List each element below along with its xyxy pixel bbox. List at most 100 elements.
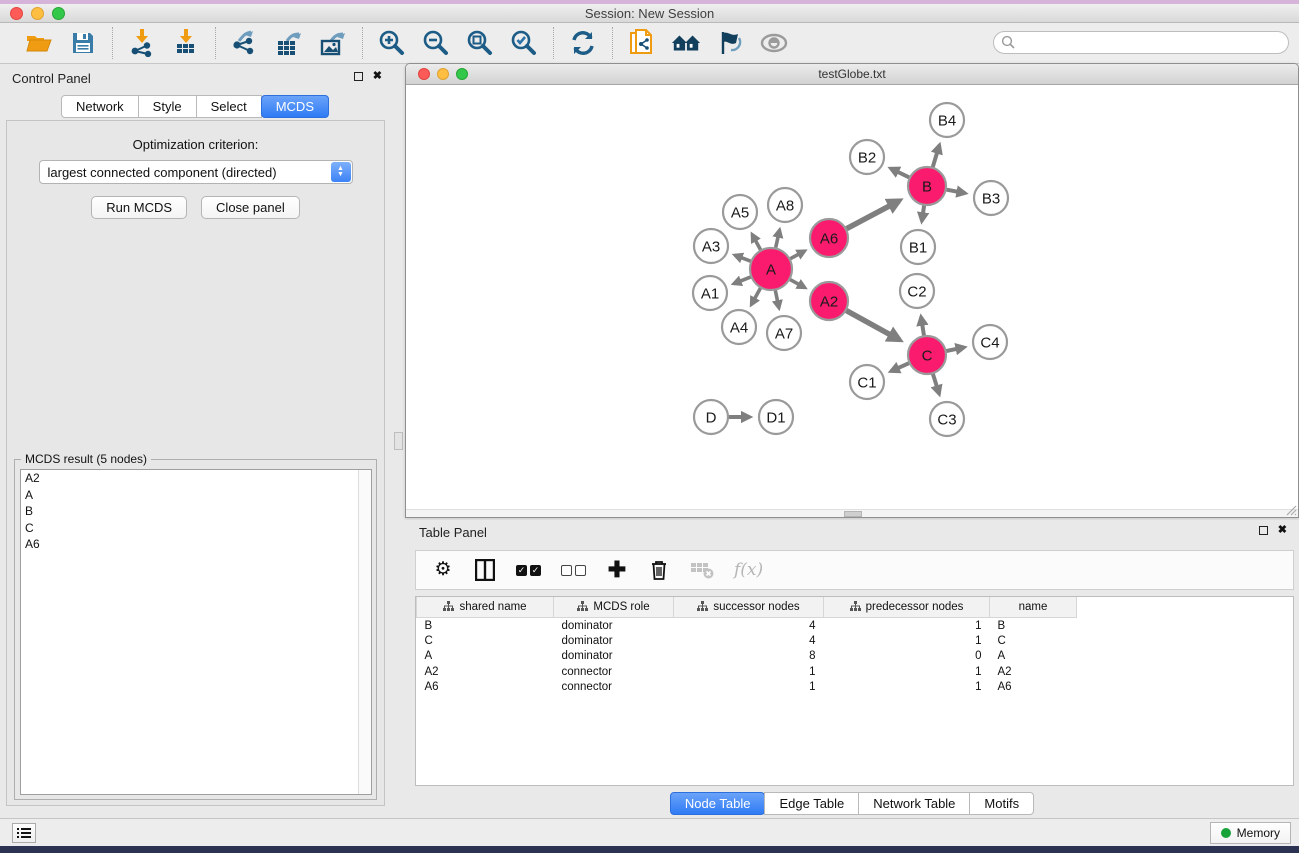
- close-table-panel-icon[interactable]: ✖: [1278, 525, 1287, 536]
- cell-MCDS-role[interactable]: connector: [554, 664, 674, 680]
- select-all-icon[interactable]: ✓✓: [516, 558, 541, 582]
- node-A8[interactable]: A8: [768, 188, 802, 222]
- result-item[interactable]: A2: [21, 470, 371, 487]
- save-session-icon[interactable]: [68, 28, 98, 58]
- add-column-icon[interactable]: ✚: [606, 558, 628, 582]
- edge-A-A4[interactable]: [751, 287, 761, 305]
- column-header-successor-nodes[interactable]: successor nodes: [674, 597, 824, 617]
- cell-MCDS-role[interactable]: dominator: [554, 633, 674, 649]
- cell-predecessor-nodes[interactable]: 1: [824, 633, 990, 649]
- column-header-predecessor-nodes[interactable]: predecessor nodes: [824, 597, 990, 617]
- cell-successor-nodes[interactable]: 8: [674, 648, 824, 664]
- tab-motifs[interactable]: Motifs: [969, 792, 1034, 815]
- copy-style-icon[interactable]: [627, 28, 657, 58]
- cell-successor-nodes[interactable]: 4: [674, 617, 824, 633]
- cell-successor-nodes[interactable]: 1: [674, 664, 824, 680]
- export-table-icon[interactable]: [274, 28, 304, 58]
- edge-A6-B[interactable]: [845, 201, 899, 230]
- cell-MCDS-role[interactable]: dominator: [554, 648, 674, 664]
- node-C1[interactable]: C1: [850, 365, 884, 399]
- table-row[interactable]: Cdominator41C: [417, 633, 1093, 649]
- cell-successor-nodes[interactable]: 4: [674, 633, 824, 649]
- column-header-shared-name[interactable]: shared name: [417, 597, 554, 617]
- export-network-icon[interactable]: [230, 28, 260, 58]
- node-C3[interactable]: C3: [930, 402, 964, 436]
- eye-icon[interactable]: [759, 28, 789, 58]
- cell-name[interactable]: A6: [990, 679, 1077, 695]
- network-canvas[interactable]: AA1A2A3A4A5A6A7A8BB1B2B3B4CC1C2C3C4DD1: [406, 85, 1298, 517]
- node-A5[interactable]: A5: [723, 195, 757, 229]
- edge-A-A8[interactable]: [775, 230, 779, 249]
- node-A4[interactable]: A4: [722, 310, 756, 344]
- function-builder-icon[interactable]: f(x): [734, 558, 763, 582]
- tab-network[interactable]: Network: [61, 95, 139, 118]
- network-hscrollbar[interactable]: [406, 509, 1298, 517]
- zoom-fit-icon[interactable]: [465, 28, 495, 58]
- split-pane-grip[interactable]: [394, 432, 403, 450]
- task-history-button[interactable]: [12, 823, 36, 843]
- settings-gear-icon[interactable]: ⚙: [432, 558, 454, 582]
- edge-A-A6[interactable]: [789, 251, 805, 260]
- node-C[interactable]: C: [908, 336, 946, 374]
- float-panel-icon[interactable]: [354, 72, 363, 81]
- refresh-layout-icon[interactable]: [568, 28, 598, 58]
- memory-button[interactable]: Memory: [1210, 822, 1291, 844]
- node-D[interactable]: D: [694, 400, 728, 434]
- close-panel-icon[interactable]: ✖: [373, 71, 382, 82]
- export-image-icon[interactable]: [318, 28, 348, 58]
- table-row[interactable]: A6connector11A6: [417, 679, 1093, 695]
- cell-successor-nodes[interactable]: 1: [674, 679, 824, 695]
- cell-shared-name[interactable]: A2: [417, 664, 554, 680]
- tab-mcds[interactable]: MCDS: [261, 95, 329, 118]
- cell-shared-name[interactable]: B: [417, 617, 554, 633]
- deselect-all-icon[interactable]: [561, 558, 586, 582]
- cell-MCDS-role[interactable]: dominator: [554, 617, 674, 633]
- node-B1[interactable]: B1: [901, 230, 935, 264]
- cell-predecessor-nodes[interactable]: 1: [824, 679, 990, 695]
- run-mcds-button[interactable]: Run MCDS: [91, 196, 187, 219]
- edge-C-C2[interactable]: [921, 317, 924, 337]
- result-item[interactable]: A: [21, 487, 371, 504]
- cell-shared-name[interactable]: A6: [417, 679, 554, 695]
- search-input[interactable]: [1016, 34, 1288, 52]
- float-table-panel-icon[interactable]: [1259, 526, 1268, 535]
- edge-A-A7[interactable]: [775, 289, 779, 308]
- flag-icon[interactable]: [715, 28, 745, 58]
- node-B3[interactable]: B3: [974, 181, 1008, 215]
- delete-table-icon[interactable]: [690, 558, 714, 582]
- cell-predecessor-nodes[interactable]: 1: [824, 664, 990, 680]
- zoom-in-icon[interactable]: [377, 28, 407, 58]
- table-row[interactable]: Adominator80A: [417, 648, 1093, 664]
- delete-icon[interactable]: [648, 558, 670, 582]
- node-C4[interactable]: C4: [973, 325, 1007, 359]
- import-network-icon[interactable]: [127, 28, 157, 58]
- node-B4[interactable]: B4: [930, 103, 964, 137]
- node-C2[interactable]: C2: [900, 274, 934, 308]
- cell-shared-name[interactable]: C: [417, 633, 554, 649]
- home-network-icon[interactable]: [671, 28, 701, 58]
- tab-style[interactable]: Style: [138, 95, 197, 118]
- result-item[interactable]: C: [21, 520, 371, 537]
- edge-B-B4[interactable]: [932, 145, 939, 169]
- edge-C-C4[interactable]: [945, 347, 965, 351]
- edge-A-A3[interactable]: [735, 255, 752, 262]
- tab-edge-table[interactable]: Edge Table: [764, 792, 859, 815]
- mcds-result-list[interactable]: A2ABCA6: [20, 469, 372, 795]
- node-A3[interactable]: A3: [694, 229, 728, 263]
- edge-B-B1[interactable]: [922, 204, 925, 221]
- node-B[interactable]: B: [908, 167, 946, 205]
- edge-B-B3[interactable]: [945, 189, 965, 193]
- optimization-criterion-select[interactable]: largest connected component (directed) ▲…: [39, 160, 353, 184]
- zoom-out-icon[interactable]: [421, 28, 451, 58]
- tab-select[interactable]: Select: [196, 95, 262, 118]
- edge-A-A5[interactable]: [752, 234, 761, 251]
- node-A7[interactable]: A7: [767, 316, 801, 350]
- cell-shared-name[interactable]: A: [417, 648, 554, 664]
- cell-MCDS-role[interactable]: connector: [554, 679, 674, 695]
- network-window-titlebar[interactable]: testGlobe.txt: [406, 64, 1298, 85]
- column-header-name[interactable]: name: [990, 597, 1077, 617]
- node-table[interactable]: shared nameMCDS rolesuccessor nodesprede…: [415, 596, 1294, 786]
- result-item[interactable]: A6: [21, 536, 371, 553]
- edge-C-C3[interactable]: [932, 372, 939, 394]
- cell-name[interactable]: A: [990, 648, 1077, 664]
